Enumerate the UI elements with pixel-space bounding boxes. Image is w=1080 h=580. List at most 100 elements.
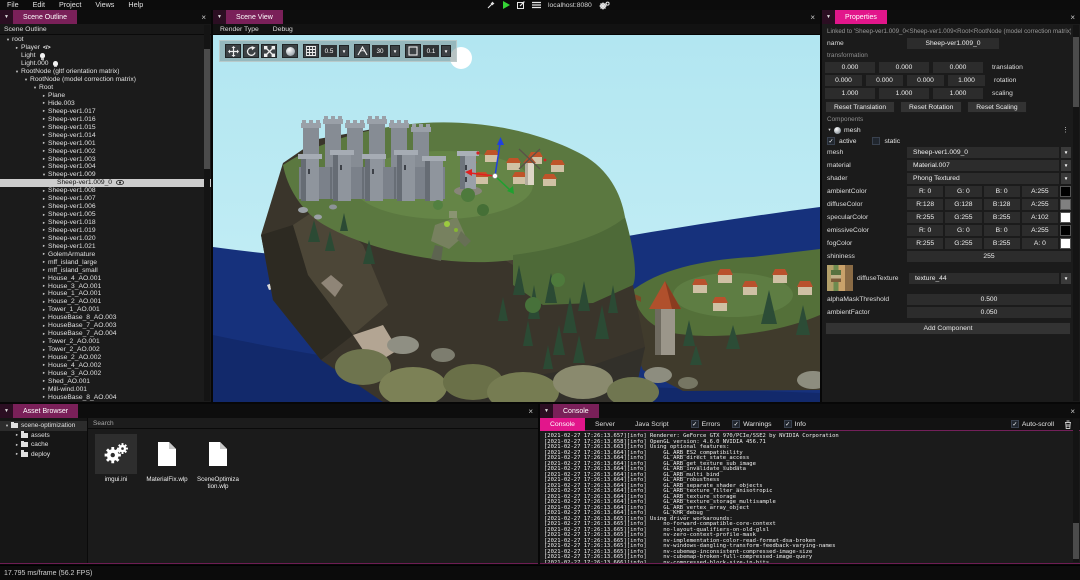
tree-open-arrow-icon[interactable]: ▾: [22, 77, 30, 83]
console-filter-errors[interactable]: ✓Errors: [691, 420, 721, 428]
tree-closed-arrow-icon[interactable]: ▸: [40, 386, 48, 392]
reset-scaling-button[interactable]: Reset Scaling: [967, 101, 1026, 113]
translation-value-field[interactable]: 0.000: [879, 62, 929, 73]
server-list-icon[interactable]: [532, 1, 541, 9]
tab-scene-view[interactable]: Scene View: [226, 10, 283, 24]
rotation-value-field[interactable]: 1.000: [948, 75, 985, 86]
tree-item[interactable]: ▸Sheep-ver1.007: [0, 195, 211, 203]
render-mode-button[interactable]: [282, 44, 298, 58]
scene-view-menu-debug[interactable]: Debug: [273, 26, 293, 33]
specularColor-channel-field[interactable]: G:255: [945, 212, 981, 223]
ambientColor-channel-field[interactable]: A:255: [1022, 186, 1058, 197]
scaling-value-field[interactable]: 1.000: [825, 88, 875, 99]
tree-closed-arrow-icon[interactable]: ▸: [40, 235, 48, 241]
tree-bullet[interactable]: ▸: [13, 442, 21, 448]
tree-item[interactable]: ▸Sheep-ver1.016: [0, 115, 211, 123]
tree-closed-arrow-icon[interactable]: ▸: [40, 251, 48, 257]
chevron-down-icon[interactable]: ▼: [1060, 273, 1071, 284]
name-field[interactable]: Sheep-ver1.009_0: [907, 38, 999, 49]
tree-closed-arrow-icon[interactable]: ▸: [40, 164, 48, 170]
viewport-3d-scene[interactable]: [213, 35, 820, 402]
tree-closed-arrow-icon[interactable]: ▸: [40, 370, 48, 376]
tree-bullet[interactable]: ▸: [13, 451, 21, 457]
tree-open-arrow-icon[interactable]: ▾: [3, 423, 11, 429]
tree-item[interactable]: ▸House_4_AO.001: [0, 274, 211, 282]
fogColor-channel-field[interactable]: R:255: [907, 238, 943, 249]
tree-open-arrow-icon[interactable]: ▾: [31, 85, 39, 91]
angle-snap-value[interactable]: 30: [372, 45, 388, 57]
mesh-component-header[interactable]: ▾ mesh ⋮: [825, 126, 1071, 134]
collapse-icon[interactable]: ▼: [822, 10, 835, 24]
tree-closed-arrow-icon[interactable]: ▸: [40, 243, 48, 249]
scaling-value-field[interactable]: 1.000: [933, 88, 983, 99]
tree-item[interactable]: ▸Sheep-ver1.001: [0, 139, 211, 147]
tab-scene-outline[interactable]: Scene Outline: [13, 10, 77, 24]
menu-item-help[interactable]: Help: [121, 0, 150, 10]
tree-closed-arrow-icon[interactable]: ▸: [40, 259, 48, 265]
specularColor-channel-field[interactable]: R:255: [907, 212, 943, 223]
tab-properties[interactable]: Properties: [835, 10, 887, 24]
tree-item[interactable]: ▸Sheep-ver1.002: [0, 147, 211, 155]
warnings-checkbox[interactable]: ✓: [732, 420, 740, 428]
tree-closed-arrow-icon[interactable]: ▸: [40, 378, 48, 384]
component-menu-icon[interactable]: ⋮: [1062, 126, 1071, 134]
tree-closed-arrow-icon[interactable]: ▸: [40, 93, 48, 99]
tree-closed-arrow-icon[interactable]: ▸: [40, 331, 48, 337]
rotation-value-field[interactable]: 0.000: [907, 75, 944, 86]
tree-closed-arrow-icon[interactable]: ▸: [40, 220, 48, 226]
chevron-down-icon[interactable]: ▼: [390, 45, 400, 57]
ambientColor-swatch[interactable]: [1060, 186, 1071, 197]
add-component-button[interactable]: Add Component: [825, 322, 1071, 335]
visibility-eye-icon[interactable]: [116, 180, 124, 185]
emissiveColor-channel-field[interactable]: B: 0: [984, 225, 1020, 236]
collapse-icon[interactable]: ▼: [0, 404, 13, 418]
diffuseColor-channel-field[interactable]: R:128: [907, 199, 943, 210]
tree-closed-arrow-icon[interactable]: ▸: [40, 188, 48, 194]
emissiveColor-channel-field[interactable]: G: 0: [945, 225, 981, 236]
diffuseColor-swatch[interactable]: [1060, 199, 1071, 210]
play-icon[interactable]: [502, 1, 510, 9]
chevron-down-icon[interactable]: ▼: [1060, 160, 1071, 171]
chevron-down-icon[interactable]: ▼: [441, 45, 451, 57]
outline-scrollbar[interactable]: [204, 25, 210, 401]
info-checkbox[interactable]: ✓: [784, 420, 792, 428]
tree-closed-arrow-icon[interactable]: ▸: [40, 148, 48, 154]
move-tool-button[interactable]: [225, 44, 241, 58]
tree-closed-arrow-icon[interactable]: ▸: [40, 204, 48, 210]
chevron-down-icon[interactable]: ▼: [1060, 147, 1071, 158]
grid-snap-value[interactable]: 0.5: [321, 45, 337, 57]
edit-icon[interactable]: [517, 1, 525, 9]
errors-checkbox[interactable]: ✓: [691, 420, 699, 428]
angle-snap-button[interactable]: [354, 44, 370, 58]
tree-item[interactable]: ▸Hide.003: [0, 100, 211, 108]
tree-item[interactable]: ▸Sheep-ver1.008: [0, 187, 211, 195]
tree-closed-arrow-icon[interactable]: ▸: [40, 323, 48, 329]
emissiveColor-swatch[interactable]: [1060, 225, 1071, 236]
specularColor-channel-field[interactable]: A:102: [1022, 212, 1058, 223]
tree-item[interactable]: ▸Sheep-ver1.006: [0, 203, 211, 211]
tree-closed-arrow-icon[interactable]: ▸: [40, 299, 48, 305]
tree-item[interactable]: ▸House_2_AO.002: [0, 354, 211, 362]
tree-closed-arrow-icon[interactable]: ▸: [40, 362, 48, 368]
fogColor-channel-field[interactable]: B:255: [984, 238, 1020, 249]
tree-item[interactable]: ▸House_3_AO.001: [0, 282, 211, 290]
close-icon[interactable]: ×: [1065, 10, 1080, 24]
tree-item[interactable]: ▸HouseBase_7_AO.004: [0, 330, 211, 338]
tree-closed-arrow-icon[interactable]: ▸: [40, 394, 48, 400]
tree-item[interactable]: ▸Sheep-ver1.017: [0, 107, 211, 115]
tree-item[interactable]: ▸Sheep-ver1.020: [0, 234, 211, 242]
menu-item-project[interactable]: Project: [52, 0, 88, 10]
clear-console-button[interactable]: [1064, 420, 1072, 429]
asset-item[interactable]: imgui.ini: [95, 434, 137, 483]
ambientColor-channel-field[interactable]: G: 0: [945, 186, 981, 197]
specularColor-channel-field[interactable]: B:255: [984, 212, 1020, 223]
tab-asset-browser[interactable]: Asset Browser: [13, 404, 78, 418]
scaling-value-field[interactable]: 1.000: [879, 88, 929, 99]
collapse-icon[interactable]: ▼: [213, 10, 226, 24]
tree-closed-arrow-icon[interactable]: ▸: [40, 212, 48, 218]
tree-closed-arrow-icon[interactable]: ▸: [40, 354, 48, 360]
tree-item[interactable]: ▸HouseBase_8_AO.003: [0, 314, 211, 322]
diffuseColor-channel-field[interactable]: G:128: [945, 199, 981, 210]
emissiveColor-channel-field[interactable]: R: 0: [907, 225, 943, 236]
console-scrollbar[interactable]: [1073, 419, 1079, 562]
